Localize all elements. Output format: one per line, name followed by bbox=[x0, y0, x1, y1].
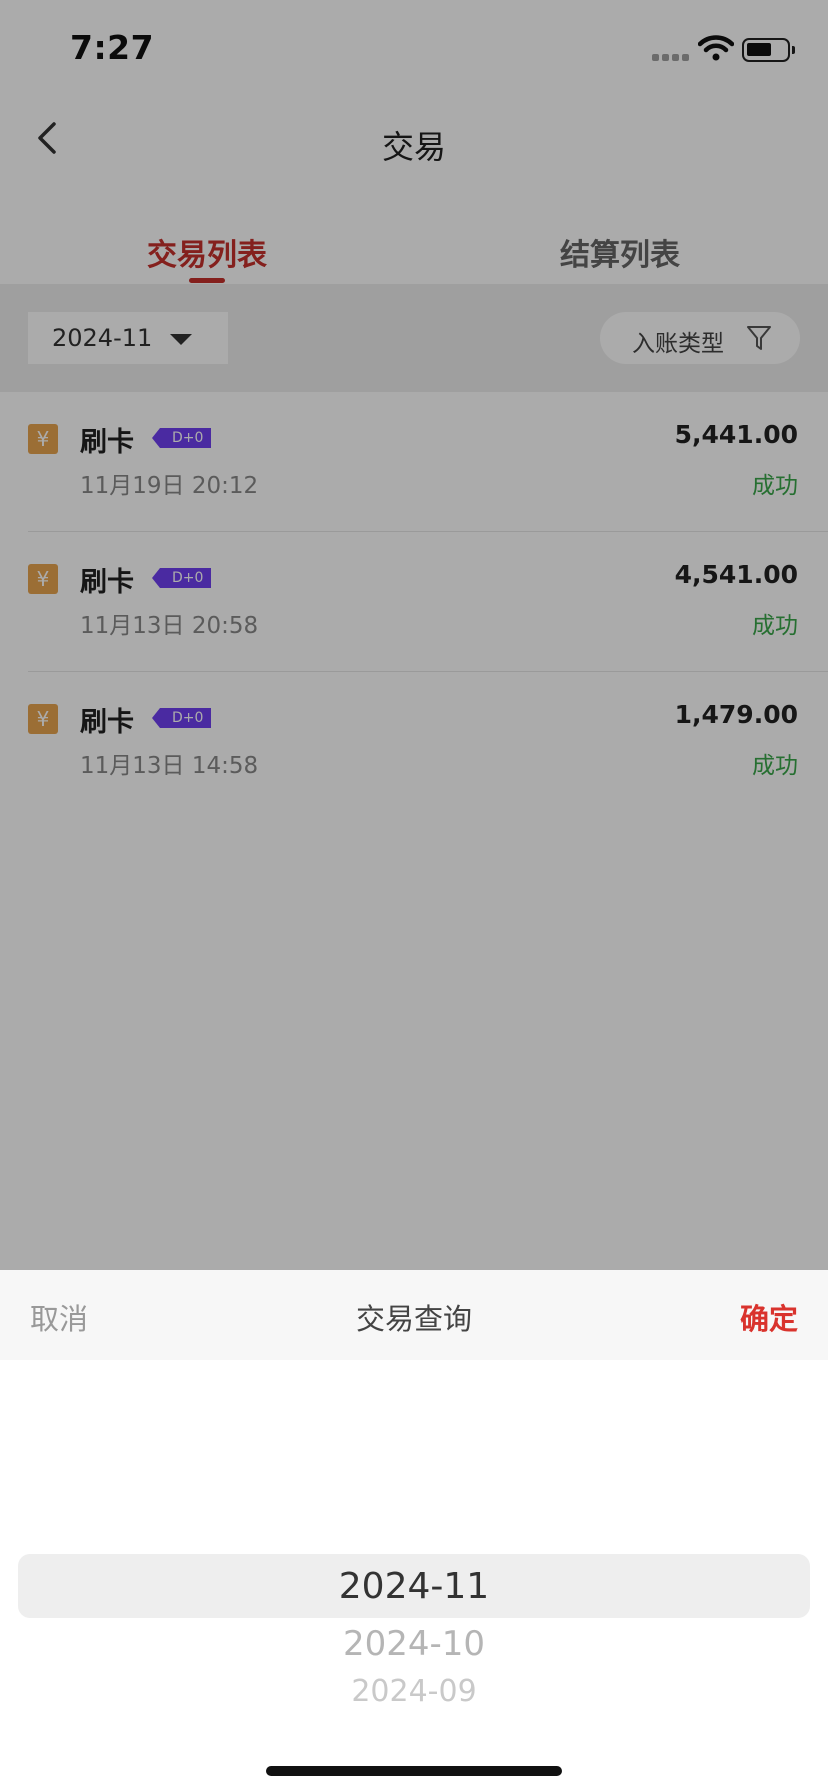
month-picker-sheet: 取消 交易查询 确定 bbox=[0, 1270, 828, 1792]
home-indicator bbox=[266, 1766, 562, 1776]
picker-title: 交易查询 bbox=[355, 1302, 472, 1336]
picker-option[interactable]: 2024-09 bbox=[0, 1674, 828, 1709]
picker-option-selected[interactable]: 2024-11 bbox=[0, 1566, 828, 1607]
picker-header: 取消 交易查询 确定 bbox=[0, 1270, 828, 1360]
confirm-button[interactable]: 确定 bbox=[740, 1296, 798, 1338]
picker-option[interactable]: 2024-10 bbox=[0, 1624, 828, 1664]
